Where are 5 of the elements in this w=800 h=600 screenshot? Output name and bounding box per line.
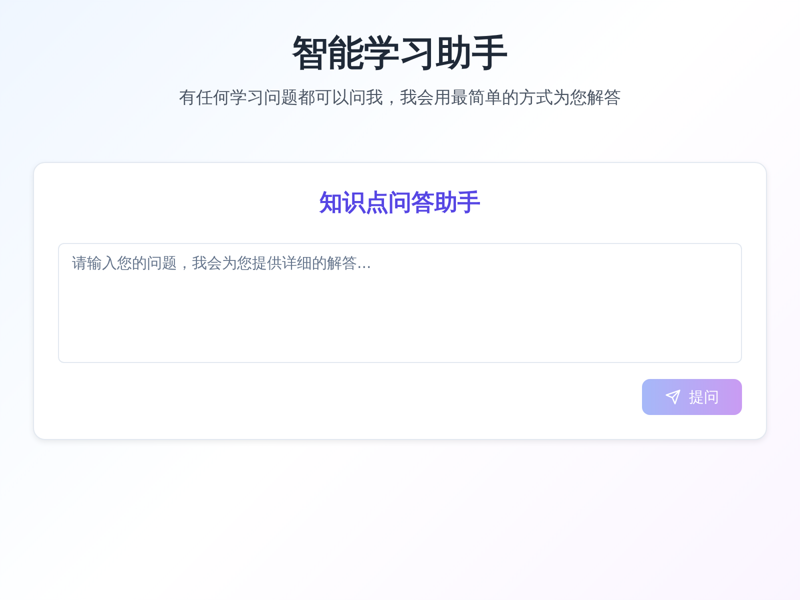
page-title: 智能学习助手	[291, 32, 509, 76]
send-icon	[665, 389, 681, 405]
card-title: 知识点问答助手	[318, 189, 482, 218]
page-subtitle: 有任何学习问题都可以问我，我会用最简单的方式为您解答	[178, 87, 622, 110]
question-field[interactable]: 请输入您的问题，我会为您提供详细的解答...	[58, 243, 742, 363]
